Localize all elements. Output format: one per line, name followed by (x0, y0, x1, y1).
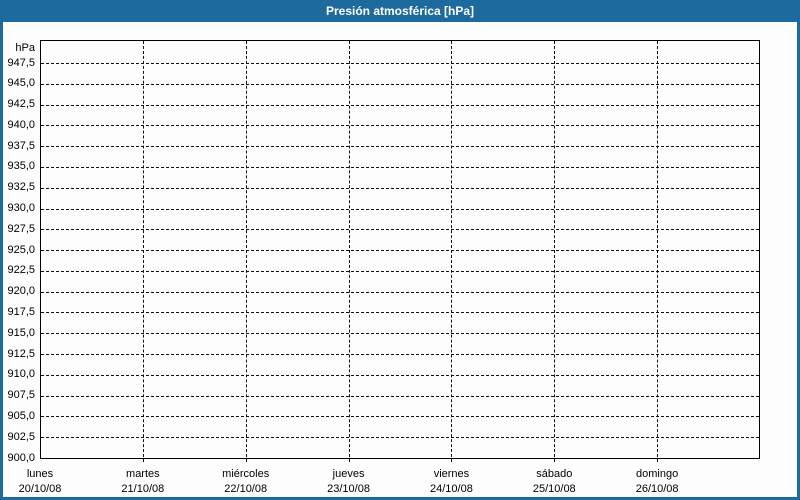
y-axis-unit-label: hPa (15, 42, 35, 54)
y-tick-label: 935,0 (7, 160, 35, 173)
y-tick-label: 902,5 (7, 430, 35, 443)
y-tick-label: 907,5 (7, 389, 35, 402)
y-tick-label: 900,0 (7, 451, 35, 464)
y-tick-label: 917,5 (7, 305, 35, 318)
y-tick-label: 940,0 (7, 118, 35, 131)
x-tick-date-label: 25/10/08 (532, 483, 576, 495)
x-tick-date-label: 23/10/08 (327, 483, 370, 495)
y-tick-label: 920,0 (7, 285, 35, 298)
y-tick-label: 915,0 (7, 326, 35, 339)
x-tick-date-label: 26/10/08 (635, 483, 679, 495)
y-tick-label: 910,0 (7, 368, 35, 381)
plot-area (40, 40, 760, 459)
x-tick-date-label: 21/10/08 (121, 483, 165, 495)
x-tick-date-label: 22/10/08 (224, 483, 268, 495)
x-tick-day-label: martes (126, 468, 160, 480)
x-tick-day-label: lunes (26, 468, 54, 480)
y-tick-label: 912,5 (7, 347, 35, 360)
x-tick-date-label: 24/10/08 (430, 483, 473, 495)
x-tick-date-label: 20/10/08 (18, 483, 62, 495)
x-tick-day-label: viernes (433, 468, 470, 480)
chart-title-bar: Presión atmosférica [hPa] (0, 0, 800, 22)
x-tick-day-label: domingo (636, 468, 679, 480)
y-tick-label: 905,0 (7, 409, 35, 422)
y-tick-label: 925,0 (7, 243, 35, 256)
x-tick-day-label: sábado (536, 468, 573, 480)
y-tick-label: 942,5 (7, 98, 35, 111)
x-tick-day-label: jueves (332, 468, 365, 480)
chart-title: Presión atmosférica [hPa] (325, 4, 475, 18)
y-tick-label: 932,5 (7, 181, 35, 194)
pressure-chart-window: Presión atmosférica [hPa] hPa 947,5 945,0… (0, 0, 800, 500)
y-tick-label: 930,0 (7, 202, 35, 215)
y-tick-label: 927,5 (7, 222, 35, 235)
y-tick-label: 922,5 (7, 264, 35, 277)
y-tick-label: 947,5 (7, 56, 35, 69)
y-tick-label: 945,0 (7, 77, 35, 90)
x-tick-day-label: miércoles (222, 468, 270, 480)
y-tick-label: 937,5 (7, 139, 35, 152)
